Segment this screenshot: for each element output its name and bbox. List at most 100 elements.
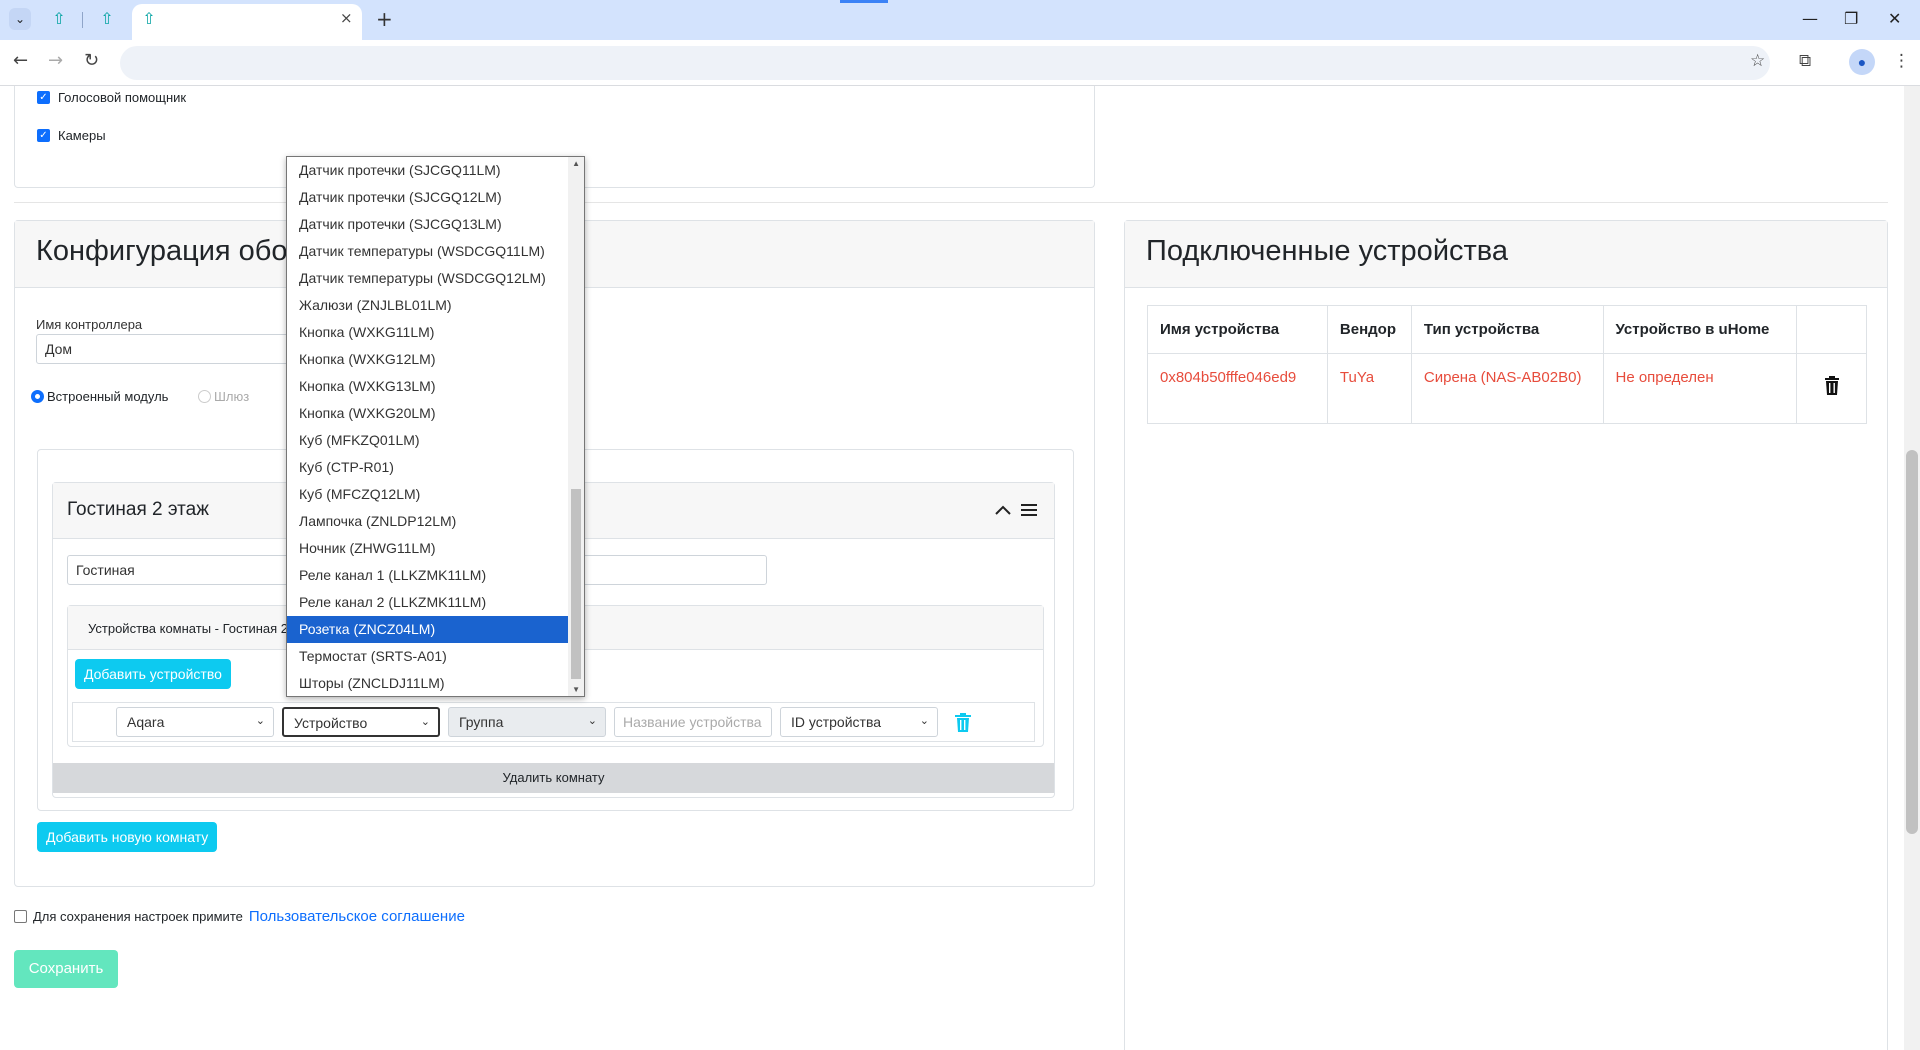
scroll-down-icon[interactable]: ▼ xyxy=(572,685,580,694)
dropdown-option[interactable]: Реле канал 1 (LLKZMK11LM) xyxy=(287,562,569,589)
page-content: ✓ Голосовой помощник ✓ Камеры Конфигурац… xyxy=(0,86,1920,1050)
dropdown-option[interactable]: Датчик температуры (WSDCGQ12LM) xyxy=(287,265,569,292)
device-name-cell: 0x804b50fffe046ed9 xyxy=(1147,353,1328,424)
type-cell: Сирена (NAS-AB02B0) xyxy=(1410,353,1604,424)
device-type-select[interactable]: Устройство ⌄ xyxy=(282,707,440,737)
active-tab[interactable] xyxy=(132,4,362,40)
browser-menu-icon[interactable]: ⋮ xyxy=(1893,51,1910,71)
new-tab-icon[interactable]: + xyxy=(376,7,393,31)
dropdown-option[interactable]: Ночник (ZHWG11LM) xyxy=(287,535,569,562)
dropdown-option[interactable]: Датчик протечки (SJCGQ13LM) xyxy=(287,211,569,238)
dropdown-option[interactable]: Лампочка (ZNLDP12LM) xyxy=(287,508,569,535)
group-select[interactable]: Группа ⌄ xyxy=(448,707,606,737)
voice-assistant-label: Голосовой помощник xyxy=(58,90,187,105)
address-bar[interactable] xyxy=(120,46,1770,80)
controller-name-input[interactable]: Дом xyxy=(36,334,296,364)
back-icon[interactable]: ← xyxy=(13,50,28,71)
cameras-option[interactable]: ✓ Камеры xyxy=(37,128,106,143)
browser-tab-strip: ⌄ ⇧ ⇧ ⇧ × + — ❐ ✕ xyxy=(0,0,1920,40)
dropdown-option[interactable]: Шторы (ZNCLDJ11LM) xyxy=(287,670,569,696)
dropdown-scrollbar[interactable]: ▲ ▼ xyxy=(568,157,584,696)
agreement-link[interactable]: Пользовательское соглашение xyxy=(249,908,465,925)
connected-devices-card: Подключенные устройства Имя устройства В… xyxy=(1124,220,1888,1050)
vendor-select[interactable]: Aqara ⌄ xyxy=(116,707,274,737)
device-select-value: Устройство xyxy=(294,715,368,731)
tab-favicon-icon[interactable]: ⇧ xyxy=(140,10,158,28)
radio-builtin-option[interactable]: Встроенный модуль xyxy=(31,389,168,404)
scroll-up-icon[interactable]: ▲ xyxy=(572,159,580,168)
dropdown-option[interactable]: Датчик температуры (WSDCGQ11LM) xyxy=(287,238,569,265)
config-title: Конфигурация обо xyxy=(36,235,288,267)
device-name-input[interactable]: Название устройства xyxy=(614,707,772,737)
device-id-select[interactable]: ID устройства ⌄ xyxy=(780,707,938,737)
dropdown-option[interactable]: Кнопка (WXKG12LM) xyxy=(287,346,569,373)
minimize-icon[interactable]: — xyxy=(1802,9,1818,28)
radio-gateway-label: Шлюз xyxy=(214,389,250,404)
dropdown-option[interactable]: Термостат (SRTS-A01) xyxy=(287,643,569,670)
dropdown-option[interactable]: Куб (MFKZQ01LM) xyxy=(287,427,569,454)
trash-icon[interactable] xyxy=(1824,376,1839,395)
forward-icon[interactable]: → xyxy=(48,50,63,71)
trash-icon[interactable] xyxy=(955,713,971,732)
tab-search-button[interactable]: ⌄ xyxy=(9,8,31,30)
agreement-text: Для сохранения настроек примите xyxy=(33,909,243,924)
device-id-select-value: ID устройства xyxy=(791,714,882,730)
close-window-icon[interactable]: ✕ xyxy=(1888,9,1901,28)
group-select-value: Группа xyxy=(459,714,504,730)
dropdown-option[interactable]: Кнопка (WXKG11LM) xyxy=(287,319,569,346)
dropdown-option[interactable]: Жалюзи (ZNJLBL01LM) xyxy=(287,292,569,319)
extensions-icon[interactable]: ⧉ xyxy=(1799,51,1811,71)
profile-avatar[interactable]: ● xyxy=(1849,49,1875,75)
chevron-down-icon: ⌄ xyxy=(420,715,430,728)
checkbox-checked-icon[interactable]: ✓ xyxy=(37,91,50,104)
close-tab-icon[interactable]: × xyxy=(340,9,353,27)
dropdown-option[interactable]: Розетка (ZNCZ04LM) xyxy=(287,616,569,643)
dropdown-option[interactable]: Куб (MFCZQ12LM) xyxy=(287,481,569,508)
dropdown-scroll-thumb[interactable] xyxy=(571,489,581,679)
device-type-dropdown[interactable]: Датчик протечки (SJCGQ11LM) Датчик протеч… xyxy=(286,156,585,697)
dropdown-option[interactable]: Куб (CTP-R01) xyxy=(287,454,569,481)
radio-gateway-option[interactable]: Шлюз xyxy=(198,389,249,404)
radio-unchecked-icon[interactable] xyxy=(198,390,211,403)
add-device-button[interactable]: Добавить устройство xyxy=(75,659,231,689)
dropdown-option[interactable]: Датчик протечки (SJCGQ12LM) xyxy=(287,184,569,211)
voice-assistant-option[interactable]: ✓ Голосовой помощник xyxy=(37,90,186,105)
devices-table: Имя устройства Вендор Тип устройства Уст… xyxy=(1147,305,1867,424)
vendor-cell: TuYa xyxy=(1326,353,1412,424)
save-button[interactable]: Сохранить xyxy=(14,950,118,988)
radio-checked-icon[interactable] xyxy=(31,390,44,403)
connected-devices-title: Подключенные устройства xyxy=(1146,235,1509,267)
dropdown-option[interactable]: Датчик протечки (SJCGQ11LM) xyxy=(287,157,569,184)
browser-toolbar: ← → ↻ ☆ ⧉ ● ⋮ xyxy=(0,40,1920,86)
table-header-row: Имя устройства Вендор Тип устройства Уст… xyxy=(1147,305,1867,354)
vendor-select-value: Aqara xyxy=(127,714,165,730)
tab-favicon-icon[interactable]: ⇧ xyxy=(50,10,68,28)
bookmark-star-icon[interactable]: ☆ xyxy=(1750,51,1765,71)
restore-icon[interactable]: ❐ xyxy=(1844,9,1858,28)
controller-name-label: Имя контроллера xyxy=(36,317,143,332)
room-devices-title: Устройства комнаты - Гостиная 2 xyxy=(88,621,289,636)
chevron-down-icon: ⌄ xyxy=(587,714,597,727)
agreement-checkbox[interactable] xyxy=(14,910,27,923)
checkbox-checked-icon[interactable]: ✓ xyxy=(37,129,50,142)
room-title: Гостиная 2 этаж xyxy=(67,499,209,520)
chevron-down-icon: ⌄ xyxy=(255,714,265,727)
dropdown-option[interactable]: Реле канал 2 (LLKZMK11LM) xyxy=(287,589,569,616)
delete-room-button[interactable]: Удалить комнату xyxy=(53,763,1054,793)
menu-icon[interactable] xyxy=(1021,503,1037,517)
tab-favicon-icon[interactable]: ⇧ xyxy=(98,10,116,28)
tab-indicator xyxy=(840,0,888,3)
reload-icon[interactable]: ↻ xyxy=(84,50,99,71)
dropdown-option[interactable]: Кнопка (WXKG20LM) xyxy=(287,400,569,427)
column-header xyxy=(1796,305,1867,354)
table-row: 0x804b50fffe046ed9 TuYa Сирена (NAS-AB02… xyxy=(1147,353,1867,424)
connected-devices-header: Подключенные устройства xyxy=(1125,221,1887,288)
actions-cell xyxy=(1796,353,1867,424)
page-scroll-thumb[interactable] xyxy=(1906,450,1918,834)
chevron-up-icon[interactable] xyxy=(994,503,1012,517)
dropdown-option[interactable]: Кнопка (WXKG13LM) xyxy=(287,373,569,400)
add-room-button[interactable]: Добавить новую комнату xyxy=(37,822,218,852)
tab-separator xyxy=(82,12,83,28)
column-header: Имя устройства xyxy=(1147,305,1328,354)
uhome-cell: Не определен xyxy=(1602,353,1798,424)
